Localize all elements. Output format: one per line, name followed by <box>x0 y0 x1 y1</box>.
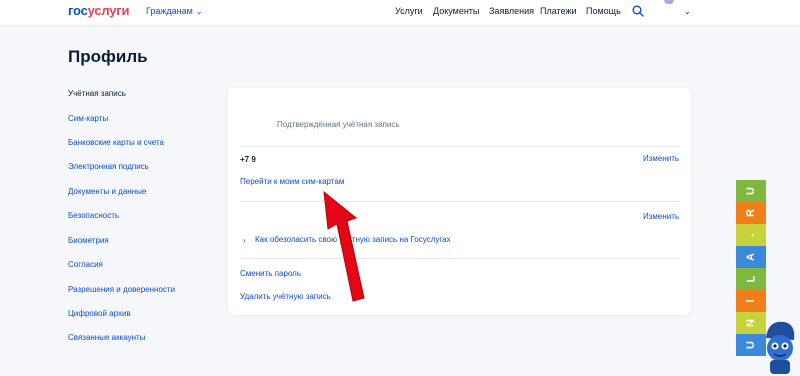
page-title: Профиль <box>68 47 148 66</box>
sidebar-item-linked-accounts[interactable]: Связанные аккаунты <box>68 333 145 342</box>
sidebar-item-consents[interactable]: Согласия <box>68 260 103 269</box>
edit-phone-button[interactable]: Изменить <box>643 154 679 163</box>
watermark-letter: I <box>736 290 766 312</box>
sidebar-item-permissions[interactable]: Разрешения и доверенности <box>68 285 175 294</box>
gosuslugi-logo[interactable]: госуслуги <box>68 3 130 18</box>
delete-account-link[interactable]: Удалить учётную запись <box>240 292 331 301</box>
divider <box>240 146 679 147</box>
sidebar-item-bank-cards[interactable]: Банковские карты и счета <box>68 138 164 147</box>
mascot-icon <box>766 321 795 374</box>
chevron-right-icon: › <box>243 236 246 245</box>
watermark-letter: U <box>736 180 766 202</box>
chevron-down-icon: ⌄ <box>195 7 203 16</box>
watermark-letter: L <box>736 268 766 290</box>
sidebar-item-digital-archive[interactable]: Цифровой архив <box>68 309 131 318</box>
logo-part-uslugi: услуги <box>87 3 130 18</box>
edit-email-button[interactable]: Изменить <box>643 212 679 221</box>
sidebar-item-sim-cards[interactable]: Сим-карты <box>68 114 108 123</box>
sidebar-item-security[interactable]: Безопасность <box>68 211 119 220</box>
phone-number: +7 9 <box>240 155 256 164</box>
top-bar: госуслуги Гражданам ⌄ Услуги Документы За… <box>0 0 800 25</box>
divider <box>240 258 679 259</box>
verified-status-text: Подтверждённая учётная запись <box>277 120 400 129</box>
nav-applications[interactable]: Заявления <box>489 6 534 16</box>
sim-cards-link[interactable]: Перейти к моим сим-картам <box>240 177 344 186</box>
sidebar-item-e-signature[interactable]: Электронная подпись <box>68 162 149 171</box>
sidebar-item-biometrics[interactable]: Биометрия <box>68 236 109 245</box>
divider <box>240 201 679 202</box>
user-menu-chevron-icon[interactable]: ⌄ <box>684 7 691 16</box>
change-password-link[interactable]: Сменить пароль <box>240 269 301 278</box>
sidebar-item-documents[interactable]: Документы и данные <box>68 187 146 196</box>
nav-help[interactable]: Помощь <box>586 6 621 16</box>
sidebar-item-account[interactable]: Учётная запись <box>68 89 126 98</box>
watermark-letter: R <box>736 202 766 224</box>
logo-part-gos: гос <box>68 3 88 18</box>
avatar[interactable] <box>664 0 674 4</box>
nav-documents[interactable]: Документы <box>433 6 479 16</box>
account-card: Подтверждённая учётная запись +7 9 Измен… <box>228 88 691 315</box>
watermark-letter: A <box>736 246 766 268</box>
citizens-dropdown[interactable]: Гражданам ⌄ <box>146 6 203 16</box>
nav-services[interactable]: Услуги <box>395 6 423 16</box>
search-icon[interactable] <box>632 5 644 17</box>
nav-payments[interactable]: Платежи <box>540 6 577 16</box>
citizens-label: Гражданам <box>146 6 193 16</box>
watermark-letter: . <box>736 224 766 246</box>
red-arrow-annotation <box>323 190 365 302</box>
